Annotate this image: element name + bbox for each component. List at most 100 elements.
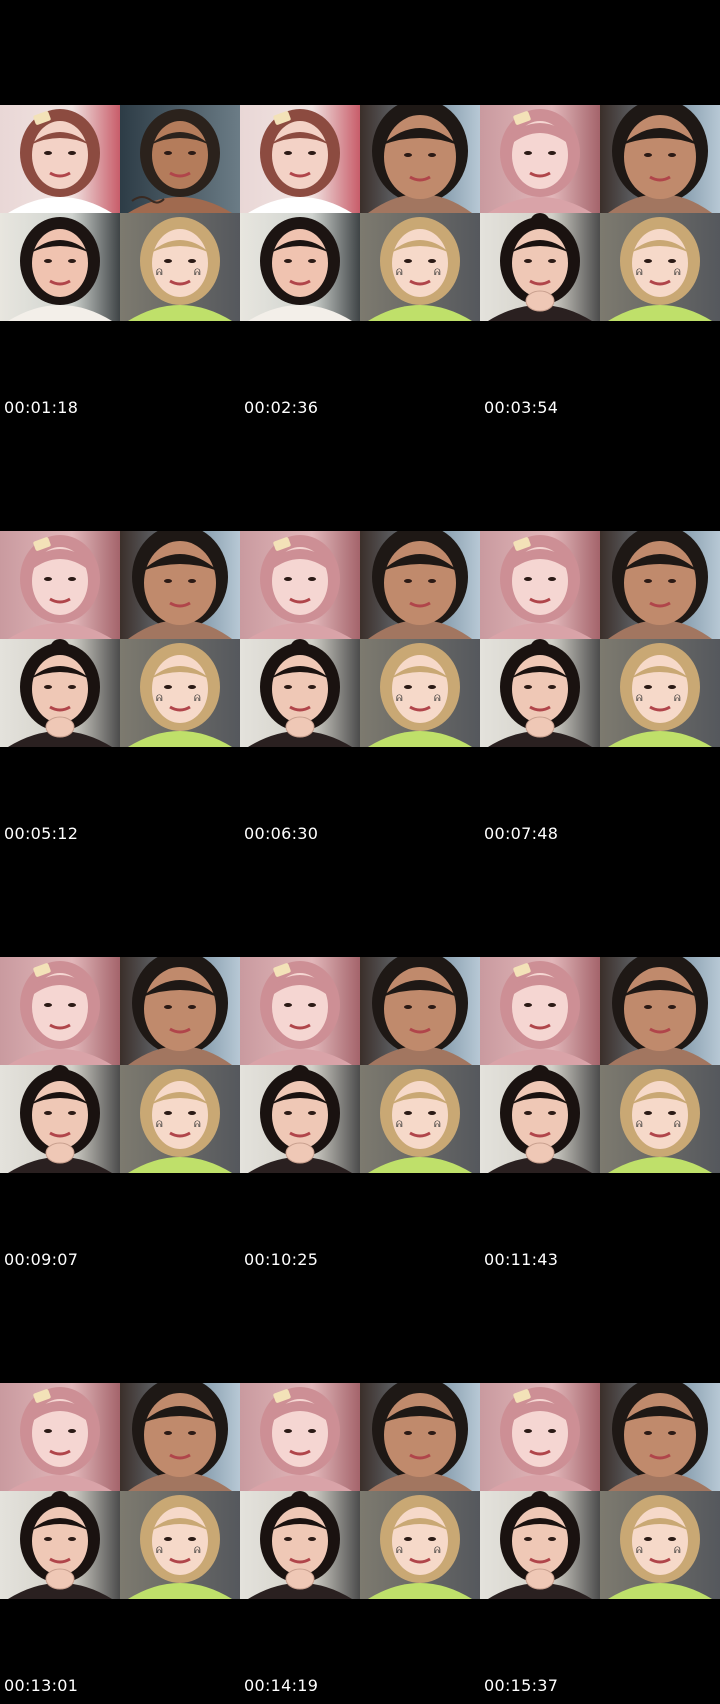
frame-timestamp: 00:11:43: [484, 1250, 559, 1269]
girl-pink-bangs-tile: [0, 531, 120, 639]
girl-blonde-stickers-tile: ᕱᕱ: [120, 213, 240, 321]
man-closeup-tile: [600, 531, 720, 639]
girl-blonde-stickers-tile: ᕱᕱ: [120, 639, 240, 747]
svg-text:ᕱ: ᕱ: [434, 1120, 441, 1130]
girl-blonde-stickers-tile: ᕱᕱ: [600, 1491, 720, 1599]
frame-cell: ᕱ ᕱ 00:06:30: [240, 426, 480, 852]
girl-bun-hands-tile: [480, 639, 600, 747]
frame-timestamp: 00:09:07: [4, 1250, 79, 1269]
frame-cell: ᕱ ᕱ 00:02:36: [240, 0, 480, 426]
girl-blonde-stickers-tile: ᕱᕱ: [360, 1065, 480, 1173]
girl-bun-hands-tile: [0, 1065, 120, 1173]
girl-blonde-stickers-tile: ᕱᕱ: [600, 639, 720, 747]
frame-cell: ᕱ ᕱ 00:10:25: [240, 852, 480, 1278]
frame-cell: ᕱ ᕱ 00:09:07: [0, 852, 240, 1278]
frame-cell: ᕱ ᕱ 00:01:18: [0, 0, 240, 426]
frame-thumbnail: ᕱᕱ: [0, 531, 240, 747]
frame-thumbnail: ᕱᕱ: [480, 957, 720, 1173]
girl-bob-hairclip-tile: [0, 105, 120, 213]
svg-text:ᕱ: ᕱ: [674, 1120, 681, 1130]
svg-text:ᕱ: ᕱ: [194, 694, 201, 704]
frame-timestamp: 00:07:48: [484, 824, 559, 843]
svg-text:ᕱ: ᕱ: [434, 268, 441, 278]
girl-bun-hands-tile: [240, 1065, 360, 1173]
svg-text:ᕱ: ᕱ: [636, 1120, 643, 1130]
frame-timestamp: 00:01:18: [4, 398, 79, 417]
man-closeup-tile: [360, 1383, 480, 1491]
man-closeup-tile: [600, 957, 720, 1065]
girl-bob-hairclip-tile: [240, 105, 360, 213]
girl-pink-bangs-tile: [240, 957, 360, 1065]
frame-timestamp: 00:03:54: [484, 398, 559, 417]
svg-text:ᕱ: ᕱ: [396, 1120, 403, 1130]
girl-pink-bangs-tile: [0, 1383, 120, 1491]
svg-text:ᕱ: ᕱ: [396, 694, 403, 704]
frame-cell: ᕱ ᕱ 00:03:54: [480, 0, 720, 426]
girl-bun-hands-tile: [480, 1491, 600, 1599]
frame-timestamp: 00:10:25: [244, 1250, 319, 1269]
girl-bun-hands-tile: [240, 1491, 360, 1599]
girl-blonde-stickers-tile: ᕱᕱ: [120, 1065, 240, 1173]
contact-sheet: ᕱ ᕱ 00:01:18 ᕱ ᕱ 00:02:36 ᕱ ᕱ 00:03:54 ᕱ ᕱ 00:05:12…: [0, 0, 720, 1704]
girl-bun-hands-tile: [480, 213, 600, 321]
girl-bun-hands-tile: [240, 639, 360, 747]
man-closeup-tile: [600, 105, 720, 213]
man-closeup-tile: [600, 1383, 720, 1491]
girl-bun-hands-tile: [0, 639, 120, 747]
frame-thumbnail: ᕱᕱ: [0, 957, 240, 1173]
man-closeup-tile: [120, 957, 240, 1065]
svg-text:ᕱ: ᕱ: [674, 694, 681, 704]
girl-pink-bangs-tile: [480, 957, 600, 1065]
frame-timestamp: 00:02:36: [244, 398, 319, 417]
girl-blonde-stickers-tile: ᕱᕱ: [360, 1491, 480, 1599]
svg-text:ᕱ: ᕱ: [194, 268, 201, 278]
girl-dark-hair-tile: [240, 213, 360, 321]
svg-text:ᕱ: ᕱ: [674, 268, 681, 278]
frame-cell: ᕱ ᕱ 00:15:37: [480, 1278, 720, 1704]
svg-text:ᕱ: ᕱ: [434, 694, 441, 704]
frame-thumbnail: ᕱᕱ: [240, 957, 480, 1173]
girl-bun-hands-tile: [480, 1065, 600, 1173]
frame-cell: ᕱ ᕱ 00:13:01: [0, 1278, 240, 1704]
svg-text:ᕱ: ᕱ: [396, 1546, 403, 1556]
frame-timestamp: 00:14:19: [244, 1676, 319, 1695]
girl-pink-bangs-tile: [240, 1383, 360, 1491]
girl-pink-bangs-tile: [0, 957, 120, 1065]
man-tattoo-tile: [120, 105, 240, 213]
frame-thumbnail: ᕱᕱ: [240, 531, 480, 747]
girl-pink-bangs-tile: [480, 1383, 600, 1491]
svg-text:ᕱ: ᕱ: [636, 694, 643, 704]
girl-pink-bangs-tile: [240, 531, 360, 639]
girl-blonde-stickers-tile: ᕱᕱ: [360, 213, 480, 321]
frame-cell: ᕱ ᕱ 00:14:19: [240, 1278, 480, 1704]
svg-text:ᕱ: ᕱ: [156, 1120, 163, 1130]
svg-text:ᕱ: ᕱ: [156, 268, 163, 278]
frame-thumbnail: ᕱᕱ: [240, 105, 480, 321]
frame-thumbnail: ᕱᕱ: [0, 1383, 240, 1599]
svg-text:ᕱ: ᕱ: [194, 1120, 201, 1130]
frame-timestamp: 00:06:30: [244, 824, 319, 843]
girl-bun-hands-tile: [0, 1491, 120, 1599]
frame-thumbnail: ᕱᕱ: [480, 1383, 720, 1599]
svg-text:ᕱ: ᕱ: [636, 1546, 643, 1556]
svg-text:ᕱ: ᕱ: [636, 268, 643, 278]
girl-blonde-stickers-tile: ᕱᕱ: [120, 1491, 240, 1599]
girl-blonde-stickers-tile: ᕱᕱ: [600, 1065, 720, 1173]
frame-cell: ᕱ ᕱ 00:11:43: [480, 852, 720, 1278]
frame-thumbnail: ᕱᕱ: [480, 531, 720, 747]
svg-text:ᕱ: ᕱ: [674, 1546, 681, 1556]
svg-text:ᕱ: ᕱ: [156, 1546, 163, 1556]
svg-text:ᕱ: ᕱ: [194, 1546, 201, 1556]
man-closeup-tile: [120, 1383, 240, 1491]
frame-thumbnail: ᕱᕱ: [480, 105, 720, 321]
frame-thumbnail: ᕱᕱ: [240, 1383, 480, 1599]
girl-blonde-stickers-tile: ᕱᕱ: [600, 213, 720, 321]
girl-pink-bangs-tile: [480, 105, 600, 213]
frame-thumbnail: ᕱᕱ: [0, 105, 240, 321]
girl-pink-bangs-tile: [480, 531, 600, 639]
girl-blonde-stickers-tile: ᕱᕱ: [360, 639, 480, 747]
frame-cell: ᕱ ᕱ 00:05:12: [0, 426, 240, 852]
frame-cell: ᕱ ᕱ 00:07:48: [480, 426, 720, 852]
man-closeup-tile: [360, 105, 480, 213]
svg-text:ᕱ: ᕱ: [156, 694, 163, 704]
